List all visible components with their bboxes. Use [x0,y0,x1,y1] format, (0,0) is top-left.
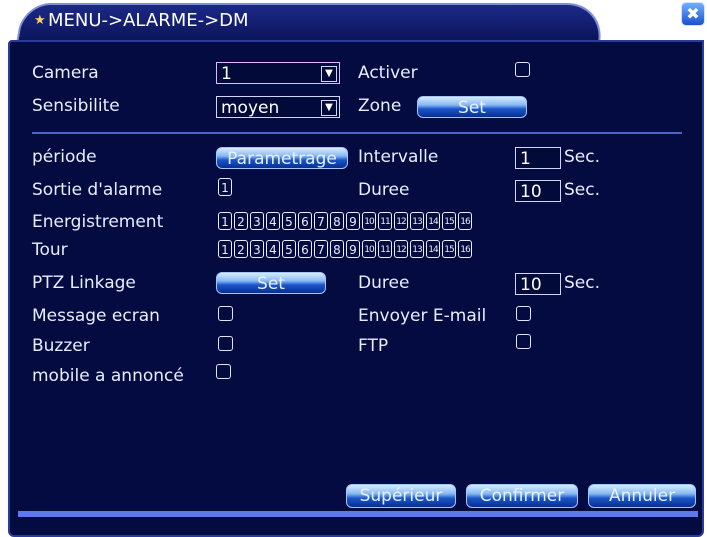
email-label: Envoyer E-mail [358,306,487,326]
mobile-checkbox[interactable] [216,364,231,379]
confirmer-button[interactable]: Confirmer [466,484,578,508]
ptz-duree-input[interactable]: 10 [515,273,561,295]
alarm-dialog: ★ MENU->ALARME->DM ✖ Camera 1 ▼ Activer … [6,0,706,537]
title-bar: ★ MENU->ALARME->DM ✖ [6,0,706,43]
dialog-title: MENU->ALARME->DM [48,10,249,31]
email-checkbox[interactable] [516,306,531,321]
ptz-label: PTZ Linkage [32,273,136,293]
chevron-down-icon: ▼ [321,100,337,116]
tour-channel-5[interactable]: 5 [282,240,296,258]
enregistrement-channel-4[interactable]: 4 [266,212,280,230]
message-checkbox[interactable] [218,306,233,321]
enregistrement-channel-9[interactable]: 9 [346,212,360,230]
tour-channel-15[interactable]: 15 [442,240,456,258]
sortie-channels: 1 [218,178,234,200]
sensibilite-select[interactable]: moyen ▼ [216,96,340,118]
ptz-set-button[interactable]: Set [216,272,326,294]
enregistrement-channels: 1 2 3 4 5 6 7 8 9 10 11 12 13 14 15 16 [218,212,474,234]
enregistrement-channel-15[interactable]: 15 [442,212,456,230]
annuler-button[interactable]: Annuler [588,484,696,508]
sensibilite-value: moyen [221,98,280,118]
enregistrement-channel-7[interactable]: 7 [314,212,328,230]
tour-channel-10[interactable]: 10 [362,240,376,258]
ptz-duree-label: Duree [358,273,410,293]
sortie-label: Sortie d'alarme [32,180,163,200]
enregistrement-channel-10[interactable]: 10 [362,212,376,230]
enregistrement-channel-14[interactable]: 14 [426,212,440,230]
tour-channel-16[interactable]: 16 [458,240,472,258]
intervalle-input[interactable]: 1 [515,147,561,169]
tour-channel-3[interactable]: 3 [250,240,264,258]
buzzer-label: Buzzer [32,336,90,356]
enregistrement-channel-5[interactable]: 5 [282,212,296,230]
activer-label: Activer [358,63,418,83]
camera-select[interactable]: 1 ▼ [216,62,340,84]
close-button[interactable]: ✖ [681,2,705,26]
enregistrement-channel-16[interactable]: 16 [458,212,472,230]
tour-channel-7[interactable]: 7 [314,240,328,258]
menu-icon: ★ [34,13,46,28]
separator [32,132,682,134]
camera-value: 1 [221,64,232,84]
enregistrement-channel-3[interactable]: 3 [250,212,264,230]
chevron-down-icon: ▼ [321,66,337,82]
sortie-channel-1[interactable]: 1 [218,178,232,196]
zone-label: Zone [358,96,402,116]
tour-label: Tour [32,240,68,260]
ftp-label: FTP [358,336,389,356]
mobile-label: mobile a annoncé [32,366,184,386]
tour-channel-11[interactable]: 11 [378,240,392,258]
intervalle-unit: Sec. [564,147,601,167]
message-label: Message ecran [32,306,160,326]
sortie-duree-input[interactable]: 10 [515,180,561,202]
tour-channel-12[interactable]: 12 [394,240,408,258]
ptz-duree-unit: Sec. [564,273,601,293]
tour-channel-2[interactable]: 2 [234,240,248,258]
tour-channel-13[interactable]: 13 [410,240,424,258]
periode-label: période [32,147,97,167]
buzzer-checkbox[interactable] [218,336,233,351]
enregistrement-channel-13[interactable]: 13 [410,212,424,230]
camera-label: Camera [32,63,99,83]
parametrage-button[interactable]: Parametrage [216,147,348,169]
ftp-checkbox[interactable] [516,334,531,349]
tour-channel-14[interactable]: 14 [426,240,440,258]
tour-channel-8[interactable]: 8 [330,240,344,258]
superieur-button[interactable]: Supérieur [346,484,456,508]
tour-channel-1[interactable]: 1 [218,240,232,258]
activer-checkbox[interactable] [515,62,530,77]
tour-channel-9[interactable]: 9 [346,240,360,258]
sortie-duree-unit: Sec. [564,180,601,200]
enregistrement-channel-12[interactable]: 12 [394,212,408,230]
enregistrement-channel-2[interactable]: 2 [234,212,248,230]
enregistrement-channel-11[interactable]: 11 [378,212,392,230]
sensibilite-label: Sensibilite [32,96,120,116]
enregistrement-channel-8[interactable]: 8 [330,212,344,230]
zone-set-button[interactable]: Set [417,96,527,118]
enregistrement-label: Energistrement [32,212,164,232]
bottom-border [18,511,698,517]
enregistrement-channel-1[interactable]: 1 [218,212,232,230]
tour-channel-6[interactable]: 6 [298,240,312,258]
tour-channel-4[interactable]: 4 [266,240,280,258]
duree-label: Duree [358,180,410,200]
enregistrement-channel-6[interactable]: 6 [298,212,312,230]
tour-channels: 1 2 3 4 5 6 7 8 9 10 11 12 13 14 15 16 [218,240,474,262]
intervalle-label: Intervalle [358,147,439,167]
